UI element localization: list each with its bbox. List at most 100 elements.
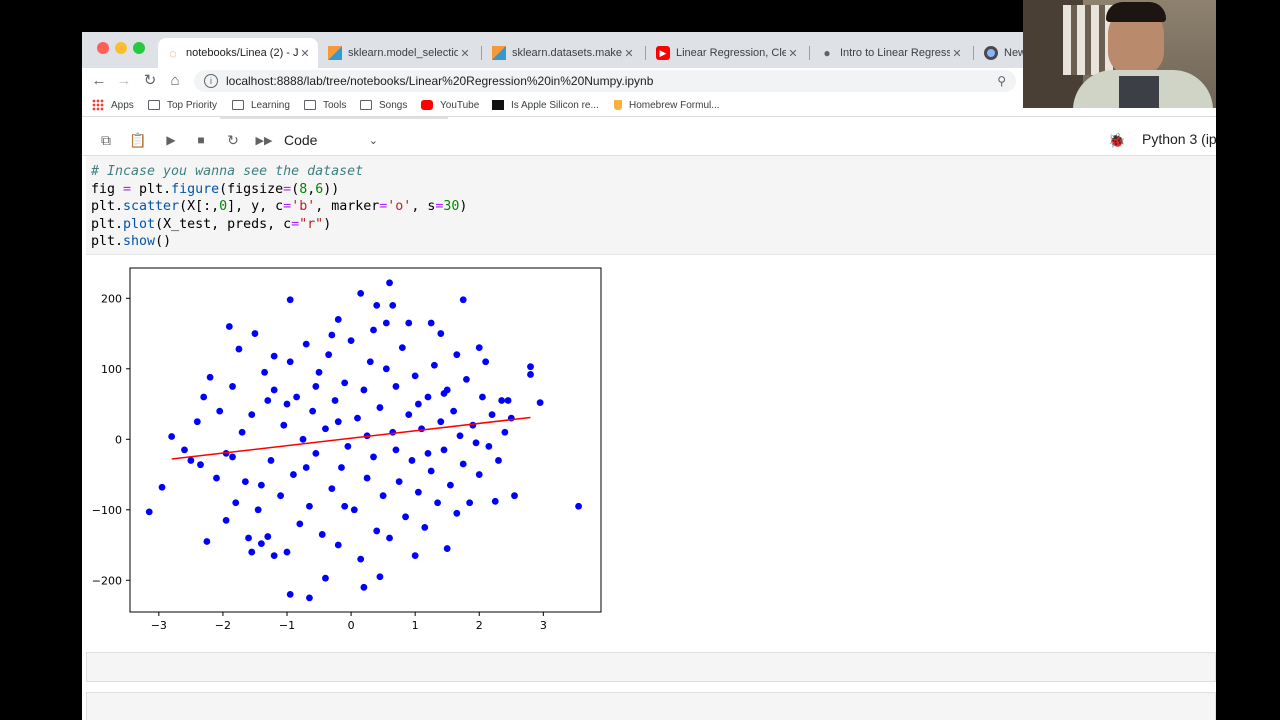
scatter-point bbox=[206, 373, 214, 381]
empty-code-cell[interactable] bbox=[86, 692, 1216, 720]
scatter-point bbox=[382, 365, 390, 373]
reload-icon[interactable]: ↻ bbox=[140, 70, 160, 90]
scatter-point bbox=[379, 492, 387, 500]
scatter-point bbox=[286, 358, 294, 366]
code-token: ( bbox=[291, 181, 300, 197]
bookmark-apps[interactable]: Apps bbox=[92, 97, 134, 113]
scatter-point bbox=[459, 460, 467, 468]
scatter-point bbox=[213, 474, 220, 482]
scatter-point bbox=[286, 590, 294, 598]
bookmark-label: Homebrew Formul... bbox=[629, 99, 720, 111]
forward-arrow-icon[interactable]: → bbox=[114, 70, 134, 90]
webcam-overlay bbox=[1023, 0, 1216, 108]
close-tab-icon[interactable]: ✕ bbox=[950, 47, 964, 60]
close-window-button[interactable] bbox=[97, 42, 109, 54]
y-tick-label: 100 bbox=[101, 363, 122, 376]
scatter-point bbox=[325, 351, 333, 359]
stop-icon[interactable]: ■ bbox=[192, 131, 210, 149]
tab-title: Intro to Linear Regressio bbox=[840, 47, 950, 59]
y-tick-label: −200 bbox=[92, 574, 122, 587]
browser-tab[interactable]: sklearn.model_selection ✕ bbox=[320, 38, 478, 68]
paste-icon[interactable]: 📋 bbox=[129, 131, 147, 149]
bookmark-label: Songs bbox=[379, 99, 408, 111]
scatter-point bbox=[527, 363, 534, 371]
scatter-point bbox=[376, 573, 384, 581]
code-editor[interactable]: # Incase you wanna see the dataset fig =… bbox=[91, 163, 467, 251]
scatter-point bbox=[527, 371, 534, 378]
minimize-window-button[interactable] bbox=[115, 42, 127, 54]
bookmark-top-priority[interactable]: Top Priority bbox=[148, 97, 217, 113]
browser-tab[interactable]: ▶ Linear Regression, Clear ✕ bbox=[648, 38, 806, 68]
scatter-point bbox=[370, 326, 377, 334]
code-token: 30 bbox=[443, 199, 460, 214]
close-tab-icon[interactable]: ✕ bbox=[458, 47, 472, 60]
scatter-point bbox=[437, 418, 445, 426]
scatter-point bbox=[216, 407, 224, 415]
close-tab-icon[interactable]: ✕ bbox=[786, 47, 800, 60]
bookmark-homebrew[interactable]: Homebrew Formul... bbox=[614, 97, 720, 113]
bookmark-learning[interactable]: Learning bbox=[232, 97, 290, 113]
scatter-point bbox=[248, 548, 256, 556]
fast-forward-icon[interactable]: ▶▶ bbox=[255, 131, 273, 149]
bookmark-youtube[interactable]: YouTube bbox=[421, 97, 479, 113]
scatter-point bbox=[475, 344, 483, 352]
scatter-point bbox=[203, 538, 211, 545]
scatter-point bbox=[328, 331, 336, 339]
code-token: 0 bbox=[219, 199, 228, 214]
regression-line bbox=[171, 416, 531, 460]
scatter-point bbox=[238, 428, 246, 436]
folder-icon bbox=[304, 100, 316, 110]
tab-title: notebooks/Linea (2) - Ju bbox=[186, 47, 298, 59]
tab-separator bbox=[973, 46, 974, 60]
scatter-point bbox=[392, 446, 400, 454]
kernel-name[interactable]: Python 3 (ip bbox=[1142, 131, 1216, 149]
run-icon[interactable]: ▶ bbox=[162, 131, 180, 149]
scatter-point bbox=[145, 508, 153, 516]
scatter-point bbox=[373, 301, 381, 309]
bug-icon[interactable]: 🐞 bbox=[1108, 131, 1126, 149]
scatter-point bbox=[302, 464, 310, 471]
bookmark-songs[interactable]: Songs bbox=[360, 97, 407, 113]
scatter-point bbox=[382, 319, 390, 327]
empty-code-cell[interactable] bbox=[86, 652, 1216, 682]
y-tick-label: −100 bbox=[92, 504, 122, 517]
home-icon[interactable]: ⌂ bbox=[165, 70, 185, 90]
scatter-point bbox=[181, 446, 188, 454]
scatter-point bbox=[418, 425, 425, 433]
scatter-point bbox=[376, 404, 384, 411]
zoom-window-button[interactable] bbox=[133, 42, 145, 54]
scatter-plot: −3 −2 −1 0 1 2 3 −200 −100 0 100 200 bbox=[92, 267, 602, 632]
scatter-point bbox=[466, 499, 474, 507]
cell-type-select[interactable]: Code ⌄ bbox=[284, 131, 378, 149]
code-token: (figsize bbox=[219, 181, 284, 197]
code-token: = bbox=[123, 181, 132, 197]
browser-tab[interactable]: ◌ notebooks/Linea (2) - Ju ✕ bbox=[158, 38, 318, 68]
scatter-point bbox=[334, 541, 342, 549]
scatter-point bbox=[251, 330, 259, 337]
zoom-icon[interactable]: ⚲ bbox=[997, 74, 1006, 88]
browser-tab[interactable]: sklearn.datasets.make_r ✕ bbox=[484, 38, 642, 68]
close-tab-icon[interactable]: ✕ bbox=[622, 47, 636, 60]
plot-frame bbox=[129, 267, 602, 613]
scatter-point bbox=[414, 400, 422, 408]
back-arrow-icon[interactable]: ← bbox=[89, 70, 109, 90]
scatter-point bbox=[482, 358, 490, 366]
apps-grid-icon bbox=[92, 99, 104, 111]
scatter-point bbox=[498, 397, 506, 404]
code-token: 'b' bbox=[291, 199, 316, 214]
youtube-icon bbox=[421, 100, 433, 110]
scatter-point bbox=[293, 393, 301, 401]
scatter-point bbox=[318, 531, 326, 538]
bookmark-tools[interactable]: Tools bbox=[304, 97, 346, 113]
bookmark-apple-silicon[interactable]: Is Apple Silicon re... bbox=[492, 97, 599, 113]
browser-tab[interactable]: ● Intro to Linear Regressio ✕ bbox=[812, 38, 970, 68]
cell-type-value: Code bbox=[284, 132, 318, 148]
scatter-point bbox=[286, 296, 294, 304]
site-info-icon[interactable]: i bbox=[204, 74, 218, 88]
copy-icon[interactable]: ⧉ bbox=[97, 131, 115, 149]
close-tab-icon[interactable]: ✕ bbox=[298, 47, 312, 60]
scatter-point bbox=[443, 545, 451, 552]
code-cell[interactable]: # Incase you wanna see the dataset fig =… bbox=[86, 156, 1216, 255]
restart-icon[interactable]: ↻ bbox=[224, 131, 242, 149]
address-bar[interactable]: i localhost:8888/lab/tree/notebooks/Line… bbox=[194, 70, 1016, 92]
